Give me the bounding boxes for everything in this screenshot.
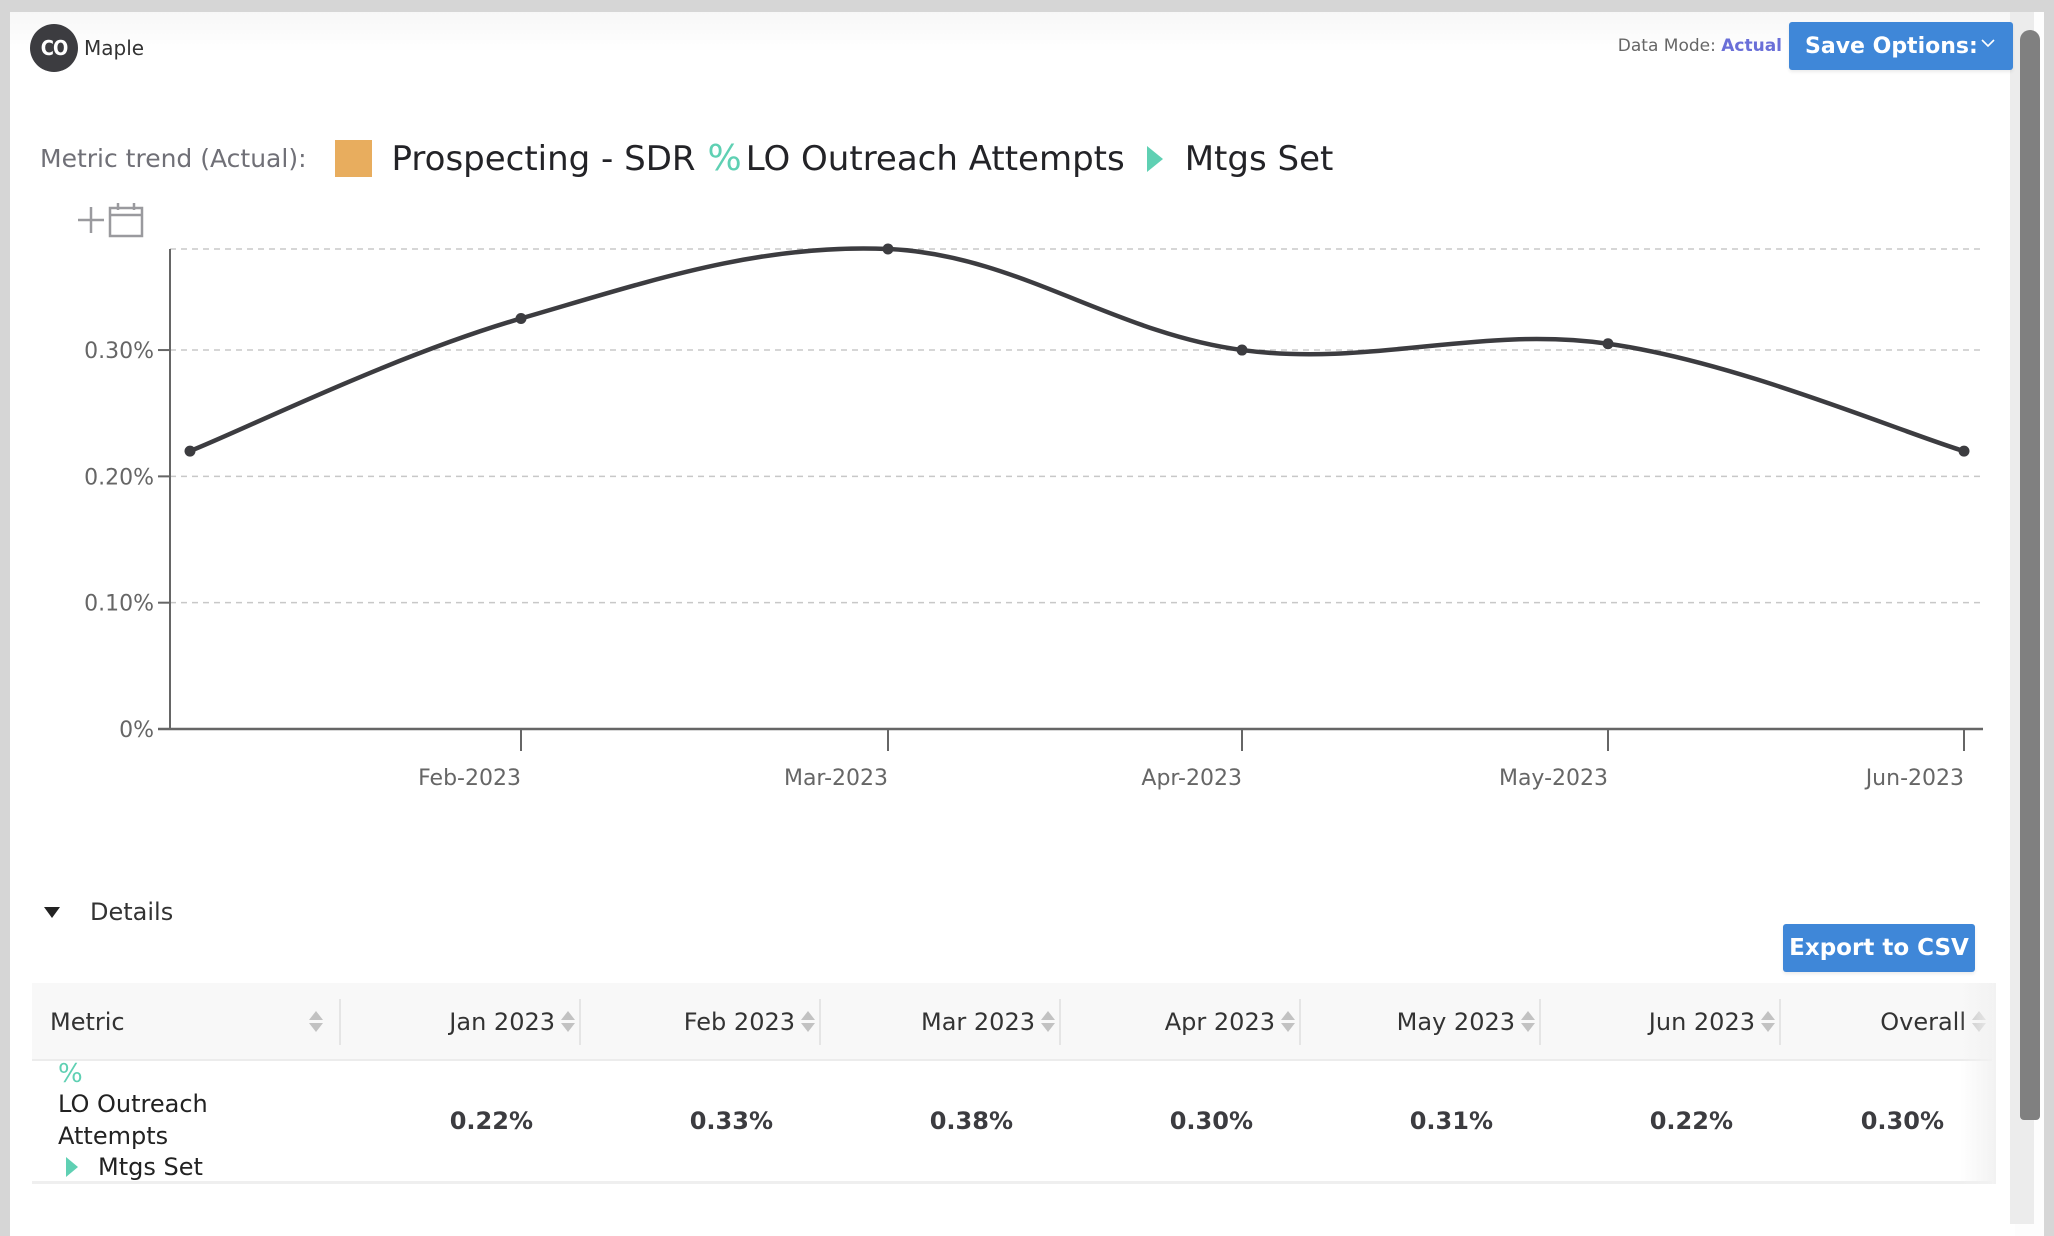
- column-header-label: Metric: [50, 1008, 125, 1036]
- value-cell-jun-2023: 0.22%: [1649, 1107, 1733, 1135]
- value-cell-feb-2023: 0.33%: [689, 1107, 773, 1135]
- column-header-label: Apr 2023: [1164, 1008, 1275, 1036]
- x-tick-label: May-2023: [1499, 766, 1608, 791]
- column-header-label: Overall: [1880, 1008, 1966, 1036]
- column-header-jun-2023[interactable]: Jun 2023: [1541, 983, 1781, 1061]
- column-header-feb-2023[interactable]: Feb 2023: [581, 983, 821, 1061]
- column-header-apr-2023[interactable]: Apr 2023: [1061, 983, 1301, 1061]
- metric-denominator-line: Mtgs Set: [58, 1152, 203, 1182]
- sort-icon[interactable]: [1041, 1011, 1055, 1033]
- x-tick-label: Mar-2023: [784, 766, 888, 791]
- value-cell-apr-2023: 0.30%: [1169, 1107, 1253, 1135]
- data-point-apr-2023[interactable]: [1236, 344, 1248, 356]
- data-point-mar-2023[interactable]: [882, 243, 894, 255]
- sort-icon[interactable]: [801, 1011, 815, 1033]
- data-point-may-2023[interactable]: [1602, 338, 1614, 350]
- column-header-mar-2023[interactable]: Mar 2023: [821, 983, 1061, 1061]
- sort-icon[interactable]: [1761, 1011, 1775, 1033]
- metric-denominator: Mtgs Set: [98, 1153, 203, 1181]
- metric-cell: % LO Outreach Attempts Mtgs Set: [32, 1059, 341, 1182]
- column-header-label: May 2023: [1396, 1008, 1515, 1036]
- y-tick-label: 0.30%: [84, 339, 154, 364]
- table-header: Metric Jan 2023 Feb 2023 Mar 2023 Apr 2023 Ma…: [32, 983, 1992, 1061]
- x-tick-label: Jun-2023: [1864, 766, 1964, 791]
- trend-chart: 0% 0.10% 0.20% 0.30% Feb-2023 Mar-2023 Apr-202…: [84, 243, 1983, 791]
- column-header-jan-2023[interactable]: Jan 2023: [341, 983, 581, 1061]
- value-cell-mar-2023: 0.38%: [929, 1107, 1013, 1135]
- y-tick-label: 0.10%: [84, 592, 154, 617]
- value-cell-may-2023: 0.31%: [1409, 1107, 1493, 1135]
- sort-icon[interactable]: [309, 1011, 323, 1033]
- column-header-may-2023[interactable]: May 2023: [1301, 983, 1541, 1061]
- sort-icon[interactable]: [1521, 1011, 1535, 1033]
- metric-numerator: LO Outreach Attempts: [58, 1090, 208, 1150]
- details-table: Metric Jan 2023 Feb 2023 Mar 2023 Apr 2023 Ma…: [32, 983, 1992, 1184]
- table-row: % LO Outreach Attempts Mtgs Set 0.22% 0.33% 0…: [32, 1059, 1992, 1184]
- data-point-jun-2023[interactable]: [1958, 445, 1970, 457]
- details-label: Details: [90, 898, 174, 926]
- column-header-label: Feb 2023: [683, 1008, 795, 1036]
- table-scroll-fade: [1960, 983, 1996, 1184]
- data-point-feb-2023[interactable]: [515, 312, 527, 324]
- data-point-jan-2023[interactable]: [184, 445, 196, 457]
- caret-down-icon: [44, 906, 60, 918]
- y-tick-label: 0%: [119, 718, 154, 743]
- percent-icon: %: [58, 1059, 83, 1089]
- play-triangle-icon: [66, 1157, 78, 1177]
- details-toggle[interactable]: Details: [44, 898, 173, 926]
- sort-icon[interactable]: [1281, 1011, 1295, 1033]
- sort-icon[interactable]: [561, 1011, 575, 1033]
- value-cell-jan-2023: 0.22%: [449, 1107, 533, 1135]
- column-header-label: Jun 2023: [1648, 1008, 1755, 1036]
- column-header-label: Mar 2023: [921, 1008, 1035, 1036]
- column-header-metric[interactable]: Metric: [32, 983, 341, 1061]
- y-tick-label: 0.20%: [84, 465, 154, 490]
- export-csv-button[interactable]: Export to CSV: [1783, 924, 1975, 972]
- column-header-label: Jan 2023: [449, 1008, 555, 1036]
- x-tick-label: Apr-2023: [1141, 766, 1242, 791]
- x-tick-label: Feb-2023: [418, 766, 521, 791]
